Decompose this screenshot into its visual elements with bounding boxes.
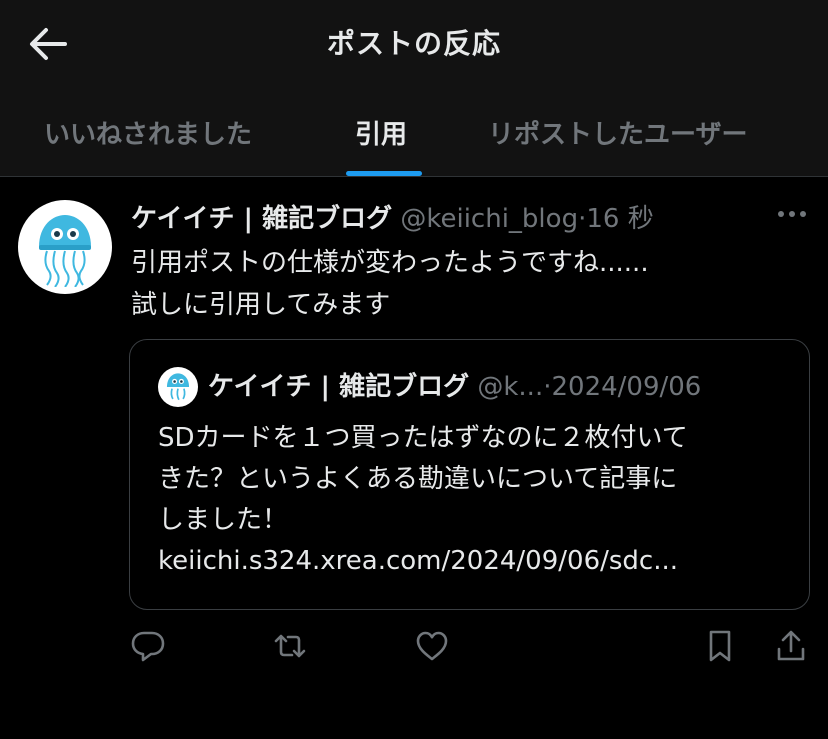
- post-text: 引用ポストの仕様が変わったようですね...... 試しに引用してみます: [131, 242, 649, 326]
- action-bar: [0, 626, 828, 666]
- reply-icon: [131, 631, 165, 662]
- avatar[interactable]: [18, 200, 112, 294]
- quoted-date: 2024/09/06: [551, 372, 702, 402]
- repost-icon: [274, 634, 306, 658]
- quoted-text-line: しました！: [158, 505, 289, 535]
- post-time[interactable]: 16 秒: [586, 204, 653, 234]
- quoted-avatar: [158, 367, 198, 407]
- quoted-header: ケイイチ | 雑記ブログ @k...·2024/09/06: [208, 366, 701, 403]
- page-title: ポストの反応: [326, 27, 501, 60]
- tab-bar: いいねされました 引用 リポストしたユーザー: [0, 88, 828, 177]
- more-horizontal-icon: [778, 211, 806, 217]
- quoted-link[interactable]: keiichi.s324.xrea.com/2024/09/06/sdc...: [158, 541, 688, 582]
- tab-quotes[interactable]: 引用: [355, 114, 407, 151]
- author-name[interactable]: ケイイチ | 雑記ブログ: [131, 204, 392, 234]
- share-button[interactable]: [771, 626, 811, 666]
- jellyfish-icon: [39, 215, 91, 287]
- active-tab-indicator: [346, 171, 422, 176]
- top-bar: ポストの反応: [0, 0, 828, 88]
- more-button[interactable]: [774, 200, 810, 228]
- bookmark-button[interactable]: [700, 626, 740, 666]
- tab-reposts[interactable]: リポストしたユーザー: [488, 114, 747, 151]
- quoted-handle: @k...: [477, 372, 544, 402]
- quoted-text-line: SDカードを１つ買ったはずなのに２枚付いて: [158, 423, 688, 453]
- post-text-line: 試しに引用してみます: [131, 290, 391, 320]
- quoted-text-line: きた？というよくある勘違いについて記事に: [158, 464, 678, 494]
- quoted-author-name: ケイイチ | 雑記ブログ: [208, 372, 470, 402]
- post-text-line: 引用ポストの仕様が変わったようですね......: [131, 248, 649, 278]
- share-icon: [777, 630, 805, 661]
- quoted-text: SDカードを１つ買ったはずなのに２枚付いて きた？というよくある勘違いについて記…: [158, 418, 688, 582]
- jellyfish-icon: [166, 373, 190, 401]
- reply-button[interactable]: [128, 626, 168, 666]
- heart-icon: [416, 631, 448, 661]
- like-button[interactable]: [412, 626, 452, 666]
- bookmark-icon: [709, 630, 731, 662]
- tab-likes[interactable]: いいねされました: [44, 114, 252, 151]
- post[interactable]: ケイイチ | 雑記ブログ @keiichi_blog·16 秒 引用ポストの仕様…: [0, 178, 828, 739]
- author-handle[interactable]: @keiichi_blog: [400, 204, 578, 234]
- repost-button[interactable]: [270, 626, 310, 666]
- quoted-post[interactable]: ケイイチ | 雑記ブログ @k...·2024/09/06 SDカードを１つ買っ…: [129, 339, 810, 610]
- post-header: ケイイチ | 雑記ブログ @keiichi_blog·16 秒: [131, 198, 654, 235]
